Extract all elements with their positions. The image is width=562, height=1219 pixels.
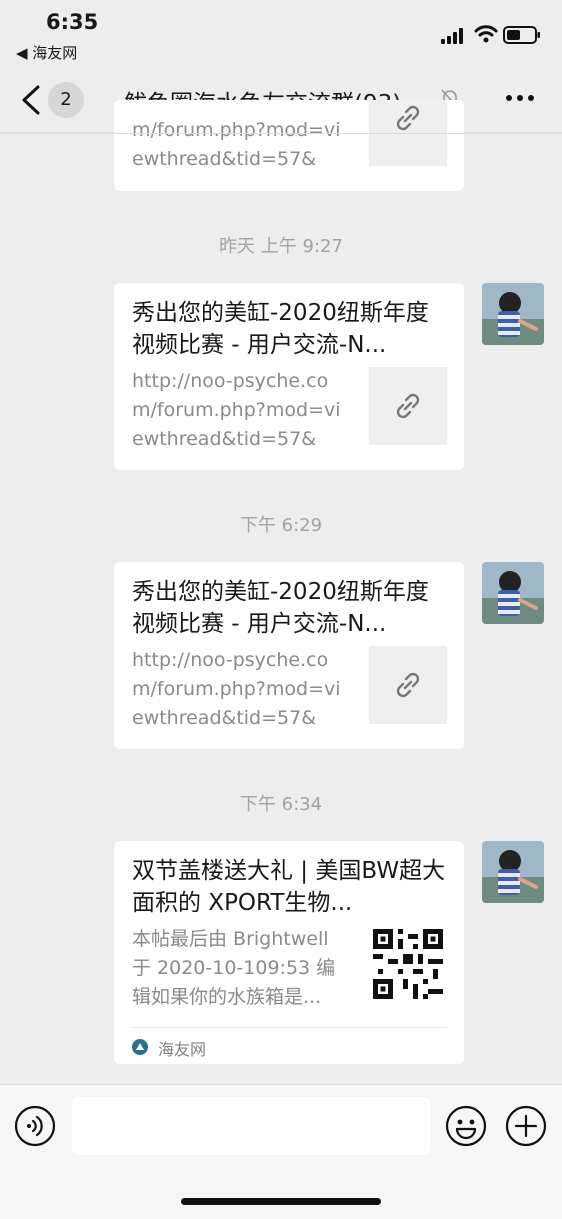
sender-avatar[interactable] — [482, 562, 544, 624]
qr-code-icon — [373, 929, 443, 999]
unread-count-badge[interactable]: 2 — [48, 82, 84, 118]
article-source-name: 海友网 — [158, 1040, 207, 1059]
link-card-title: 秀出您的美缸-2020纽斯年度视频比赛 - 用户交流-N... — [132, 300, 429, 358]
article-card-title: 双节盖楼送大礼 | 美国BW超大面积的 XPORT生物... — [132, 858, 446, 916]
link-icon — [396, 105, 420, 131]
home-indicator[interactable] — [181, 1198, 381, 1205]
back-chevron-icon[interactable] — [18, 84, 44, 116]
sender-avatar[interactable] — [482, 841, 544, 903]
sender-avatar[interactable] — [482, 283, 544, 345]
link-icon — [396, 393, 420, 419]
more-options-icon[interactable] — [505, 94, 535, 102]
wifi-icon — [474, 25, 498, 43]
source-logo-icon — [132, 1039, 148, 1055]
message-input[interactable] — [72, 1097, 430, 1155]
message-timestamp: 下午 6:29 — [239, 515, 323, 536]
cellular-signal-icon — [441, 28, 463, 44]
status-bar: 6:35 ◀ 海友网 — [0, 0, 562, 70]
battery-icon — [503, 26, 540, 44]
voice-icon[interactable] — [14, 1105, 56, 1147]
link-card-url: http://noo-psyche.com/forum.php?mod=view… — [132, 370, 341, 450]
link-card-message[interactable]: 秀出您的美缸-2020纽斯年度视频比赛 - 用户交流-N... http://n… — [114, 283, 464, 470]
back-to-app-link[interactable]: ◀ 海友网 — [16, 42, 77, 63]
article-card-message[interactable]: 双节盖楼送大礼 | 美国BW超大面积的 XPORT生物... 本帖最后由 Bri… — [114, 841, 464, 1064]
plus-icon[interactable] — [505, 1105, 547, 1147]
message-timestamp: 昨天 上午 9:27 — [219, 236, 343, 257]
article-card-summary: 本帖最后由 Brightwell于 2020-10-109:53 编辑如果你的水… — [132, 928, 336, 1008]
article-source: 海友网 — [132, 1027, 447, 1064]
link-card-message[interactable]: m/forum.php?mod=viewthread&tid=57&m... — [114, 100, 464, 191]
link-card-title: 秀出您的美缸-2020纽斯年度视频比赛 - 用户交流-N... — [132, 579, 429, 637]
link-icon — [396, 672, 420, 698]
link-card-message[interactable]: 秀出您的美缸-2020纽斯年度视频比赛 - 用户交流-N... http://n… — [114, 562, 464, 749]
link-card-url: http://noo-psyche.com/forum.php?mod=view… — [132, 649, 341, 729]
link-card-url: m/forum.php?mod=viewthread&tid=57&m... — [132, 119, 341, 170]
link-thumbnail — [369, 646, 447, 724]
status-time: 6:35 — [46, 10, 99, 34]
link-thumbnail — [369, 367, 447, 445]
emoji-icon[interactable] — [445, 1105, 487, 1147]
message-timestamp: 下午 6:34 — [239, 794, 323, 815]
